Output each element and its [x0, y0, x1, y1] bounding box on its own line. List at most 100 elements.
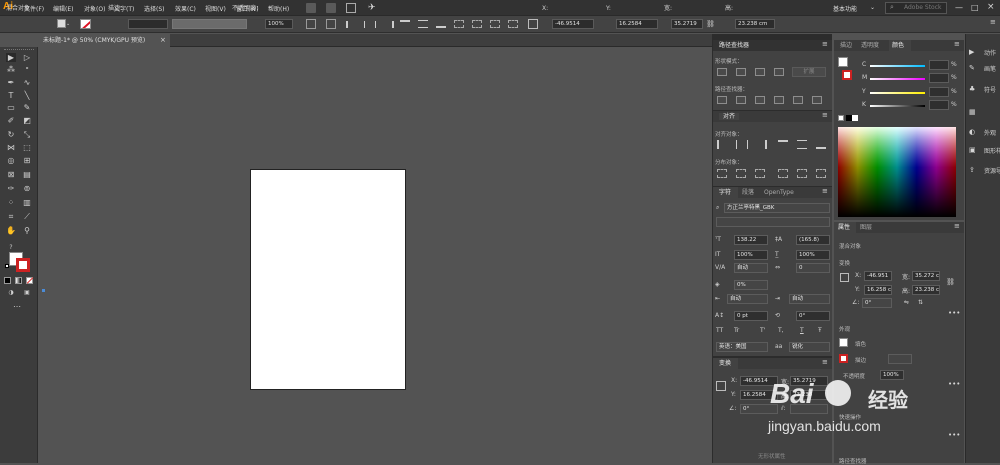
tab-transparency[interactable]: 透明度	[861, 40, 879, 51]
color-menu-icon[interactable]: ≡	[954, 40, 960, 48]
anti-alias-select[interactable]: 锐化	[789, 342, 830, 352]
tab-properties[interactable]: 属性	[834, 222, 856, 233]
align-to-icon[interactable]	[326, 19, 336, 29]
stroke-color-box[interactable]	[16, 258, 30, 272]
symbol-sprayer-tool-icon[interactable]: ⁘	[6, 198, 16, 207]
panel-distribute-bottom-icon[interactable]	[755, 169, 765, 178]
properties-fill-swatch[interactable]	[839, 338, 848, 347]
baseline-shift-input[interactable]: 0 pt	[734, 311, 768, 321]
channel-m-slider[interactable]	[870, 78, 925, 80]
more-transform-icon[interactable]: •••	[948, 309, 960, 317]
toolbar-grip[interactable]	[4, 49, 34, 51]
channel-c-slider[interactable]	[870, 65, 925, 67]
pathfinder-menu-icon[interactable]: ≡	[822, 40, 828, 48]
unite-icon[interactable]	[717, 68, 727, 76]
dock-brushes[interactable]: 画笔	[984, 64, 996, 73]
menu-effect[interactable]: 效果(C)	[175, 4, 196, 13]
panel-align-right-icon[interactable]	[755, 140, 767, 149]
shaper-tool-icon[interactable]: ✐	[6, 116, 16, 125]
panel-distribute-top-icon[interactable]	[717, 169, 727, 178]
align-title[interactable]: 对齐	[713, 111, 832, 122]
panel-distribute-hcenter-icon[interactable]	[797, 169, 807, 178]
language-select[interactable]: 英语：美国	[716, 342, 768, 352]
free-transform-tool-icon[interactable]: ⬚	[22, 143, 32, 152]
character-rotation-input[interactable]: 0°	[796, 311, 830, 321]
flip-vertical-icon[interactable]: ⇅	[918, 299, 923, 306]
stock-search-input[interactable]: Adobe Stock	[885, 2, 947, 14]
h-input[interactable]: 23.238 cm	[735, 19, 775, 29]
tab-stroke[interactable]: 描边	[840, 40, 852, 51]
pen-tool-icon[interactable]: ✒	[6, 78, 16, 87]
color-stroke-swatch[interactable]	[842, 70, 852, 80]
paintbrush-tool-icon[interactable]: ✎	[22, 103, 32, 112]
close-tab-icon[interactable]: ×	[160, 36, 166, 44]
draw-mode-icon[interactable]: ◑	[6, 288, 16, 297]
distribute-vcenter-icon[interactable]	[472, 20, 482, 28]
pathfinder-title[interactable]: 路径查找器	[713, 40, 832, 51]
properties-angle-select[interactable]: 0°	[862, 298, 892, 308]
scale-tool-icon[interactable]: ⤡	[22, 130, 32, 139]
white-swatch[interactable]	[852, 115, 858, 121]
superscript-button[interactable]: T'	[760, 327, 765, 334]
underline-button[interactable]: T	[800, 327, 804, 334]
strikethrough-button[interactable]: Ŧ	[818, 327, 822, 334]
horizontal-scale-input[interactable]: 100%	[796, 250, 830, 260]
tab-opentype[interactable]: OpenType	[764, 187, 794, 198]
dock-symbols[interactable]: 符号	[984, 85, 996, 94]
properties-y-input[interactable]: 16.258 c	[864, 285, 892, 295]
none-mode-icon[interactable]	[26, 277, 34, 284]
align-vcenter-icon[interactable]	[418, 20, 428, 28]
font-size-input[interactable]: 138.22	[734, 235, 768, 245]
font-style-select[interactable]	[716, 217, 830, 227]
vertical-scale-input[interactable]: 100%	[734, 250, 768, 260]
opacity-input[interactable]: 100%	[265, 19, 293, 29]
gradient-mode-icon[interactable]	[15, 277, 22, 284]
workspace-chevron-icon[interactable]: ⌄	[870, 4, 875, 11]
magic-wand-tool-icon[interactable]: ⁂	[6, 65, 16, 74]
tab-character[interactable]: 字符	[713, 187, 738, 198]
color-mode-icon[interactable]	[4, 277, 11, 284]
zoom-tool-icon[interactable]: ⚲	[22, 226, 32, 235]
panel-distribute-right-icon[interactable]	[816, 169, 826, 178]
channel-k-input[interactable]	[929, 100, 949, 110]
panel-align-left-icon[interactable]	[717, 140, 729, 149]
actions-icon[interactable]: ▶	[969, 48, 974, 56]
menu-view[interactable]: 视图(V)	[205, 4, 226, 13]
channel-k-slider[interactable]	[870, 105, 925, 107]
workspace-switcher[interactable]: 基本功能	[833, 4, 857, 13]
minimize-icon[interactable]: —	[955, 3, 963, 12]
leading-input[interactable]: (165.8)	[796, 235, 830, 245]
document-tab[interactable]: 未标题-1* @ 50% (CMYK/GPU 预览)	[38, 34, 170, 47]
channel-m-input[interactable]	[929, 73, 949, 83]
mesh-tool-icon[interactable]: ⊠	[6, 170, 16, 179]
distribute-left-icon[interactable]	[508, 20, 518, 28]
gpu-performance-icon[interactable]: ✈	[368, 3, 376, 13]
expand-button[interactable]: 扩展	[792, 67, 826, 77]
panel-distribute-left-icon[interactable]	[778, 169, 788, 178]
tsume-select[interactable]: 0%	[734, 280, 768, 290]
graphic-styles-icon[interactable]: ▦	[969, 108, 976, 116]
small-caps-button[interactable]: Tr	[734, 327, 739, 334]
rotate-tool-icon[interactable]: ↻	[6, 130, 16, 139]
gradient-tool-icon[interactable]: ▤	[22, 170, 32, 179]
properties-menu-icon[interactable]: ≡	[954, 222, 960, 230]
perspective-grid-tool-icon[interactable]: ⊞	[22, 156, 32, 165]
screen-mode-icon[interactable]: ▣	[22, 288, 32, 297]
properties-stroke-weight[interactable]	[888, 354, 912, 364]
all-caps-button[interactable]: TT	[716, 327, 723, 334]
properties-x-input[interactable]: -46.951	[864, 271, 892, 281]
align-tab[interactable]: 对齐	[719, 113, 740, 120]
channel-y-slider[interactable]	[870, 92, 925, 94]
close-window-icon[interactable]: ×	[987, 2, 995, 12]
panel-distribute-vcenter-icon[interactable]	[736, 169, 746, 178]
line-tool-icon[interactable]: ╲	[22, 91, 32, 100]
properties-stroke-swatch[interactable]	[839, 354, 848, 363]
distribute-top-icon[interactable]	[454, 20, 464, 28]
w-input[interactable]: 35.2719	[671, 19, 703, 29]
tab-transform[interactable]: 变换	[713, 358, 738, 369]
graph-tool-icon[interactable]: ▥	[22, 198, 32, 207]
channel-c-input[interactable]	[929, 60, 949, 70]
outline-icon[interactable]	[793, 96, 803, 104]
eraser-tool-icon[interactable]: ◩	[22, 116, 32, 125]
align-hcenter-icon[interactable]	[364, 21, 376, 28]
